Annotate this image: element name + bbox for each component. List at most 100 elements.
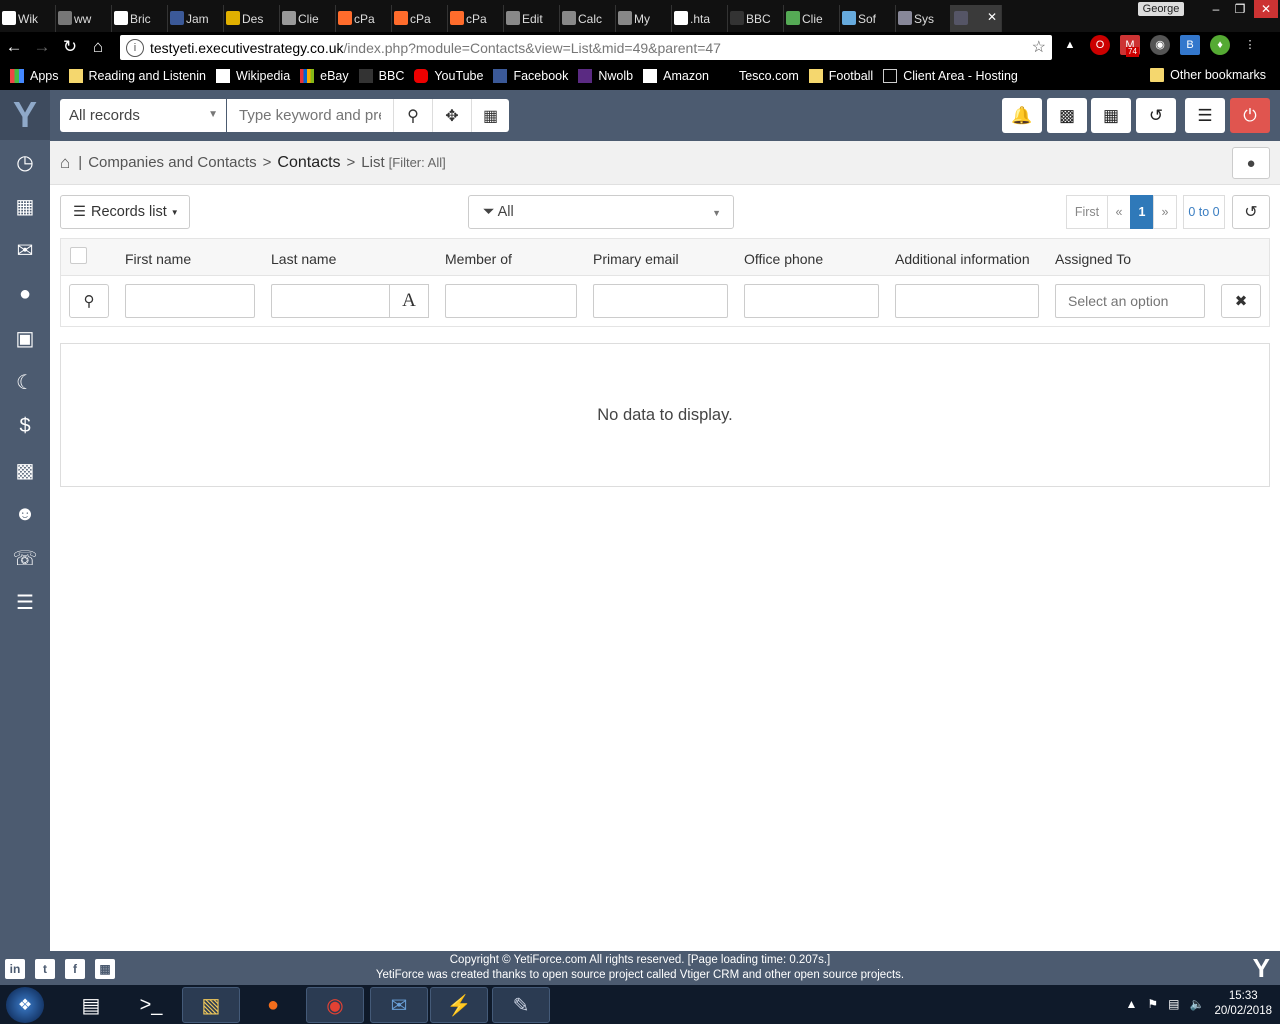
globe-button[interactable]: ● bbox=[1232, 147, 1270, 179]
filter-primary-email-input[interactable] bbox=[593, 284, 728, 318]
filter-assigned-to-select[interactable] bbox=[1055, 284, 1205, 318]
dollar-icon[interactable]: $ bbox=[0, 404, 50, 448]
tray-expand-icon[interactable]: ▲ bbox=[1125, 997, 1137, 1011]
opera-extension-icon[interactable]: O bbox=[1090, 35, 1110, 55]
browser-tab[interactable]: ww bbox=[54, 5, 112, 32]
logout-button[interactable]: ⏻ bbox=[1230, 98, 1270, 133]
clear-filter-button[interactable]: ✖ bbox=[1221, 284, 1261, 318]
font-toggle-button[interactable]: A bbox=[389, 284, 429, 318]
network-icon[interactable]: ▤ bbox=[1168, 997, 1179, 1011]
pager-prev[interactable]: « bbox=[1107, 195, 1131, 229]
column-last-name[interactable]: Last name bbox=[271, 251, 336, 267]
browser-tab[interactable]: .hta bbox=[670, 5, 728, 32]
browser-tab[interactable]: Sys bbox=[894, 5, 952, 32]
tab-close-icon[interactable]: ✕ bbox=[987, 10, 997, 24]
bell-extension-icon[interactable]: ▲ bbox=[1060, 35, 1080, 55]
global-search-input[interactable] bbox=[227, 99, 393, 132]
browser-tab[interactable]: Clie bbox=[782, 5, 840, 32]
companies-icon[interactable]: ▦ bbox=[0, 184, 50, 228]
file-explorer-icon[interactable]: ▧ bbox=[182, 987, 240, 1023]
flag-icon[interactable]: ⚑ bbox=[1147, 997, 1158, 1011]
reload-icon[interactable]: ↻ bbox=[56, 33, 84, 61]
browser-tab[interactable]: cPa bbox=[334, 5, 392, 32]
building-icon[interactable]: ▩ bbox=[0, 448, 50, 492]
start-button[interactable]: ❖ bbox=[6, 987, 44, 1023]
browser-tab[interactable]: Clie bbox=[278, 5, 336, 32]
clock[interactable]: 15:33 20/02/2018 bbox=[1214, 989, 1272, 1019]
browser-tab-active[interactable]: ✕ bbox=[950, 5, 1002, 32]
bookmark-item[interactable]: Football bbox=[808, 69, 873, 83]
other-bookmarks[interactable]: Other bookmarks bbox=[1150, 68, 1266, 82]
pager-current-page[interactable]: 1 bbox=[1130, 195, 1154, 229]
filter-office-phone-input[interactable] bbox=[744, 284, 879, 318]
chrome-icon[interactable]: ◉ bbox=[306, 987, 364, 1023]
firefox-icon[interactable]: ● bbox=[244, 987, 302, 1023]
facebook-icon[interactable]: f bbox=[65, 959, 85, 979]
pager-record-count[interactable]: 0 to 0 bbox=[1183, 195, 1225, 229]
column-member-of[interactable]: Member of bbox=[445, 251, 512, 267]
headset-icon[interactable]: ☾ bbox=[0, 360, 50, 404]
records-list-button[interactable]: ☰ Records list ▼ bbox=[60, 195, 190, 229]
filter-last-name-input[interactable] bbox=[271, 284, 390, 318]
restore-icon[interactable]: ❐ bbox=[1228, 0, 1252, 18]
breadcrumb-module-group[interactable]: Companies and Contacts bbox=[88, 154, 256, 171]
window-close-icon[interactable]: ✕ bbox=[1254, 0, 1278, 18]
home-icon[interactable]: ⌂ bbox=[60, 153, 70, 173]
volume-icon[interactable]: 🔈 bbox=[1189, 997, 1204, 1011]
bookmark-item[interactable]: Client Area - Hosting bbox=[883, 69, 1018, 83]
user-icon[interactable]: ☻ bbox=[0, 492, 50, 536]
bookmark-item[interactable]: Reading and Listenin bbox=[68, 69, 206, 83]
forum-icon[interactable]: ▦ bbox=[95, 959, 115, 979]
filter-member-of-input[interactable] bbox=[445, 284, 577, 318]
server-manager-icon[interactable]: ▤ bbox=[62, 987, 120, 1023]
browser-tab[interactable]: Jam bbox=[166, 5, 224, 32]
browser-tab[interactable]: Calc bbox=[558, 5, 616, 32]
thunderbird-icon[interactable]: ✉ bbox=[370, 987, 428, 1023]
piggy-bank-icon[interactable]: ● bbox=[0, 272, 50, 316]
records-scope-select[interactable]: All records ▼ bbox=[60, 99, 226, 132]
breadcrumb-module[interactable]: Contacts bbox=[277, 154, 340, 172]
bookmark-item[interactable]: eBay bbox=[300, 69, 349, 83]
column-primary-email[interactable]: Primary email bbox=[593, 251, 679, 267]
bookmark-item[interactable]: Wikipedia bbox=[215, 69, 290, 83]
browser-tab[interactable]: BBC bbox=[726, 5, 784, 32]
linkedin-icon[interactable]: in bbox=[5, 959, 25, 979]
chat-button[interactable]: ▩ bbox=[1047, 98, 1087, 133]
bookmark-item[interactable]: Amazon bbox=[643, 69, 709, 83]
calendar-button[interactable]: ▦ bbox=[1091, 98, 1131, 133]
menu-button[interactable]: ☰ bbox=[1185, 98, 1225, 133]
menu-kebab-icon[interactable]: ⋮ bbox=[1240, 35, 1260, 55]
support-icon[interactable]: ☏ bbox=[0, 536, 50, 580]
notifications-button[interactable]: 🔔 bbox=[1002, 98, 1042, 133]
select-all-checkbox[interactable] bbox=[70, 247, 87, 264]
history-button[interactable]: ↺ bbox=[1136, 98, 1176, 133]
column-assigned-to[interactable]: Assigned To bbox=[1055, 251, 1131, 267]
apply-filter-button[interactable]: ⚲ bbox=[69, 284, 109, 318]
home-icon[interactable]: ⌂ bbox=[84, 33, 112, 61]
twitter-icon[interactable]: t bbox=[35, 959, 55, 979]
filter-first-name-input[interactable] bbox=[125, 284, 255, 318]
globe-extension-icon[interactable]: ◉ bbox=[1150, 35, 1170, 55]
grid-button[interactable]: ▦ bbox=[471, 99, 509, 132]
gmail-extension-icon[interactable]: M 74 bbox=[1120, 35, 1140, 57]
advanced-search-button[interactable]: ✥ bbox=[432, 99, 471, 132]
box-extension-icon[interactable]: B bbox=[1180, 35, 1200, 55]
bookmark-item[interactable]: BBC bbox=[358, 69, 404, 83]
mail-icon[interactable]: ✉ bbox=[0, 228, 50, 272]
browser-tab[interactable]: Des bbox=[222, 5, 280, 32]
column-office-phone[interactable]: Office phone bbox=[744, 251, 823, 267]
search-button[interactable]: ⚲ bbox=[393, 99, 432, 132]
bookmark-item[interactable]: YouTube bbox=[414, 69, 483, 83]
yetiforce-logo[interactable]: Y bbox=[0, 90, 50, 140]
puzzle-extension-icon[interactable]: ♦ bbox=[1210, 35, 1230, 55]
column-first-name[interactable]: First name bbox=[125, 251, 191, 267]
winamp-icon[interactable]: ⚡ bbox=[430, 987, 488, 1023]
browser-tab[interactable]: Wik bbox=[0, 5, 56, 32]
powershell-icon[interactable]: >_ bbox=[122, 987, 180, 1023]
minimize-icon[interactable]: – bbox=[1204, 0, 1228, 18]
reload-list-button[interactable]: ↺ bbox=[1232, 195, 1270, 229]
pager-first[interactable]: First bbox=[1066, 195, 1108, 229]
forward-arrow-icon[interactable]: → bbox=[28, 33, 56, 61]
bookmark-item[interactable]: Nwolb bbox=[578, 69, 633, 83]
browser-tab[interactable]: Sof bbox=[838, 5, 896, 32]
